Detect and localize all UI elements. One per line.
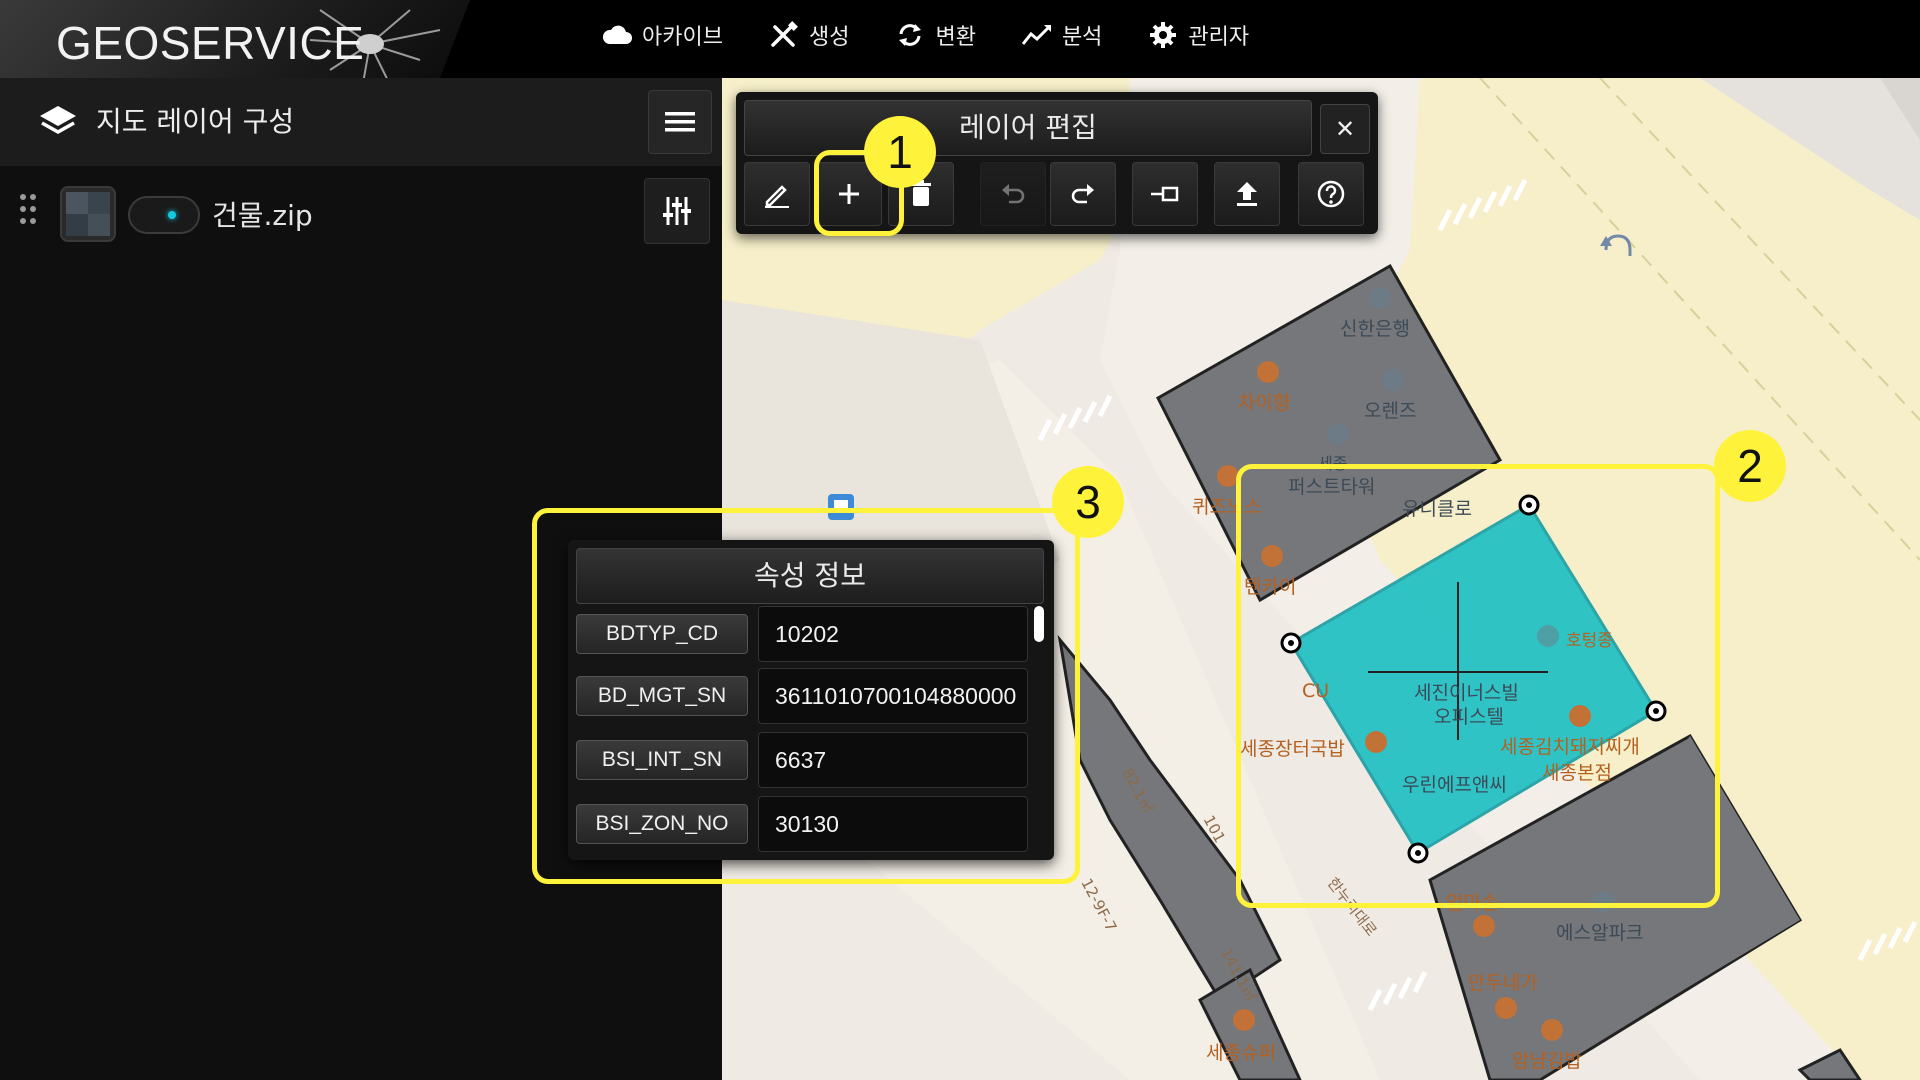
map-label-orange: 오렌즈 xyxy=(1364,400,1417,422)
redo-icon xyxy=(1071,184,1094,204)
split-button[interactable] xyxy=(1132,162,1198,226)
layer-thumbnail xyxy=(60,186,116,242)
nav-admin-label: 관리자 xyxy=(1188,25,1250,50)
nav-convert-label: 변환 xyxy=(935,25,976,50)
nav-analysis[interactable]: 분석 xyxy=(1020,19,1102,51)
tools-icon xyxy=(771,21,798,47)
gear-icon xyxy=(1150,22,1177,48)
nav-admin[interactable]: 관리자 xyxy=(1146,19,1249,51)
layers-icon xyxy=(40,106,76,135)
layer-name: 건물.zip xyxy=(212,199,313,232)
layer-settings-button[interactable] xyxy=(644,178,710,244)
callout-box-3 xyxy=(532,508,1080,884)
split-icon xyxy=(1151,186,1179,202)
chart-line-icon xyxy=(1021,25,1051,45)
nav-create[interactable]: 생성 xyxy=(767,19,849,51)
map-label-chaiyang: 차이향 xyxy=(1238,392,1291,414)
sidebar-header: 지도 레이어 구성 xyxy=(0,78,722,166)
nav-convert[interactable]: 변환 xyxy=(893,19,976,51)
undo-icon xyxy=(1002,184,1025,204)
nav-archive-label: 아카이브 xyxy=(642,25,723,50)
sidebar-title: 지도 레이어 구성 xyxy=(96,105,295,138)
drag-handle-icon[interactable] xyxy=(20,194,40,228)
nav-create-label: 생성 xyxy=(808,25,850,50)
layer-item[interactable]: 건물.zip xyxy=(0,178,722,260)
edit-panel-title: 레이어 편집 xyxy=(744,100,1312,156)
sidebar-menu-button[interactable] xyxy=(648,90,712,154)
pencil-icon xyxy=(765,185,789,208)
callout-badge-3: 3 xyxy=(1052,466,1124,538)
map-label-amnyeon: 암냠김밥 xyxy=(1512,1050,1582,1072)
main-nav: 아카이브 생성 변환 분석 관리자 xyxy=(600,0,1249,70)
help-icon xyxy=(1317,180,1345,208)
help-button[interactable] xyxy=(1298,162,1364,226)
top-bar: GEOSERVICE 아카이브 생성 변환 분석 관리자 xyxy=(0,0,1920,90)
layer-visibility-toggle[interactable] xyxy=(128,196,200,234)
logo-area: GEOSERVICE xyxy=(0,0,470,90)
upload-icon xyxy=(1237,182,1257,206)
map-label-s-alpark: 에스알파크 xyxy=(1556,922,1644,944)
redo-button[interactable] xyxy=(1050,162,1116,226)
callout-badge-2: 2 xyxy=(1714,430,1786,502)
edit-button[interactable] xyxy=(744,162,810,226)
callout-badge-1: 1 xyxy=(864,116,936,188)
cloud-icon xyxy=(602,25,632,44)
map-label-sejong-super: 세종슈퍼 xyxy=(1206,1042,1276,1064)
map-label-mandu: 만두네가 xyxy=(1468,972,1538,994)
undo-button[interactable] xyxy=(980,162,1046,226)
upload-button[interactable] xyxy=(1214,162,1280,226)
callout-box-2 xyxy=(1236,464,1720,908)
close-button[interactable]: ✕ xyxy=(1320,104,1370,154)
hamburger-icon xyxy=(665,112,695,132)
sync-icon xyxy=(899,24,922,46)
nav-archive[interactable]: 아카이브 xyxy=(600,19,723,51)
app-logo[interactable]: GEOSERVICE xyxy=(56,16,364,70)
map-label-shinhan: 신한은행 xyxy=(1340,318,1410,340)
nav-analysis-label: 분석 xyxy=(1061,25,1103,50)
sliders-icon xyxy=(663,197,691,225)
app-root: 신한은행 차이향 오렌즈 세종 퍼스트타워 유니클로 퀴즈노스 텐카이 호텅종 … xyxy=(0,0,1920,1080)
